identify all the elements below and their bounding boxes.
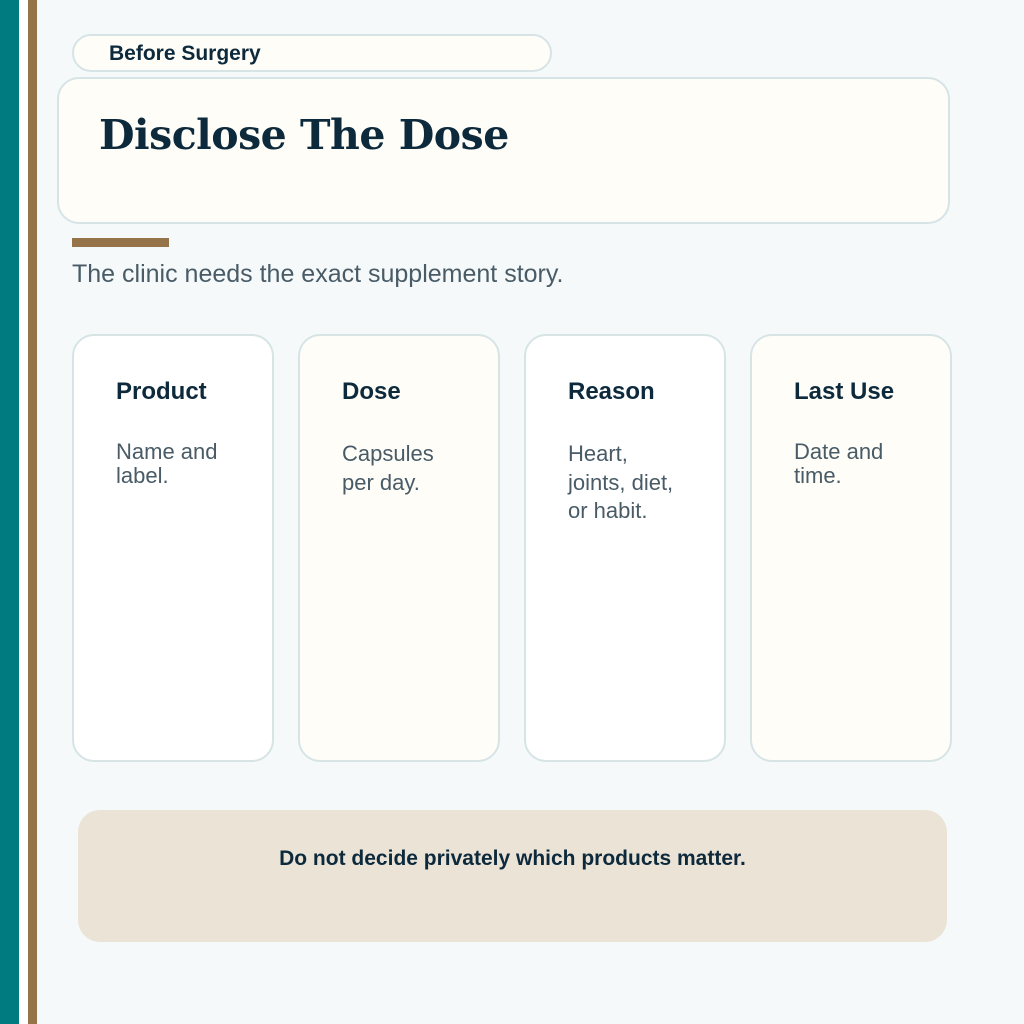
card-dose: Dose Capsules per day. bbox=[298, 334, 500, 762]
callout-text: Do not decide privately which products m… bbox=[279, 847, 746, 870]
bronze-side-stripe bbox=[28, 0, 37, 1024]
card-text: Date and time. bbox=[794, 439, 884, 489]
page-title: Disclose The Dose bbox=[99, 111, 509, 159]
card-heading: Last Use bbox=[794, 378, 895, 405]
card-heading: Product bbox=[116, 378, 207, 405]
card-last-use: Last Use Date and time. bbox=[750, 334, 952, 762]
page-subtitle: The clinic needs the exact supplement st… bbox=[72, 260, 564, 288]
side-stripe-gap bbox=[19, 0, 28, 1024]
card-reason: Reason Heart, joints, diet, or habit. bbox=[524, 334, 726, 762]
card-heading: Dose bbox=[342, 378, 401, 405]
card-heading: Reason bbox=[568, 378, 655, 405]
card-text: Name and label. bbox=[116, 439, 218, 489]
title-card: Disclose The Dose bbox=[57, 77, 950, 224]
eyebrow-pill: Before Surgery bbox=[72, 34, 552, 72]
teal-side-stripe bbox=[0, 0, 19, 1024]
callout-note: Do not decide privately which products m… bbox=[78, 810, 947, 942]
card-text: Heart, joints, diet, or habit. bbox=[568, 441, 674, 524]
card-product: Product Name and label. bbox=[72, 334, 274, 762]
accent-bar bbox=[72, 238, 169, 247]
card-text: Capsules per day. bbox=[342, 441, 434, 495]
